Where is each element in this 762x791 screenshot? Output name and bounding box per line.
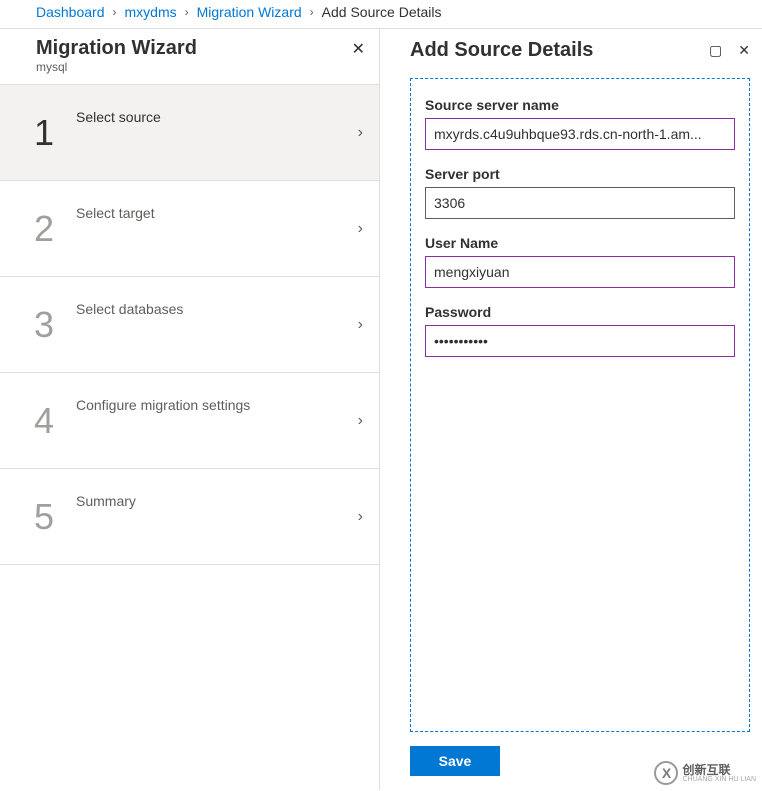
step-label: Select source (76, 109, 161, 125)
details-header: Add Source Details ▢ ✕ (410, 39, 750, 62)
user-name-input[interactable] (425, 256, 735, 288)
step-label: Select databases (76, 301, 183, 317)
close-icon[interactable]: ✕ (352, 39, 365, 59)
breadcrumb-item-dashboard[interactable]: Dashboard (36, 4, 105, 20)
field-label: Source server name (425, 97, 735, 113)
step-number: 2 (34, 208, 76, 250)
step-number: 4 (34, 400, 76, 442)
wizard-header: Migration Wizard mysql ✕ (0, 29, 379, 84)
field-label: Server port (425, 166, 735, 182)
maximize-icon[interactable]: ▢ (709, 42, 722, 59)
breadcrumb-item-mxydms[interactable]: mxydms (125, 4, 177, 20)
wizard-subtitle: mysql (36, 60, 367, 74)
details-footer: Save (410, 732, 750, 790)
server-port-input[interactable] (425, 187, 735, 219)
step-number: 5 (34, 496, 76, 538)
chevron-right-icon: › (185, 5, 189, 19)
chevron-right-icon: › (358, 220, 363, 238)
wizard-steps: 1 Select source › 2 Select target › 3 Se… (0, 84, 379, 565)
form-area: Source server name Server port User Name… (410, 78, 750, 732)
step-label: Summary (76, 493, 136, 509)
main-content: Migration Wizard mysql ✕ 1 Select source… (0, 29, 762, 790)
details-actions: ▢ ✕ (709, 42, 750, 59)
wizard-step-configure-migration[interactable]: 4 Configure migration settings › (0, 373, 379, 469)
breadcrumb: Dashboard › mxydms › Migration Wizard › … (0, 0, 762, 29)
breadcrumb-item-current: Add Source Details (322, 4, 442, 20)
step-number: 1 (34, 112, 76, 154)
wizard-step-select-databases[interactable]: 3 Select databases › (0, 277, 379, 373)
step-label: Select target (76, 205, 155, 221)
details-panel: Add Source Details ▢ ✕ Source server nam… (380, 29, 762, 790)
field-server-port: Server port (425, 166, 735, 219)
details-title: Add Source Details (410, 39, 593, 62)
chevron-right-icon: › (358, 124, 363, 142)
save-button[interactable]: Save (410, 746, 500, 776)
field-label: Password (425, 304, 735, 320)
wizard-step-summary[interactable]: 5 Summary › (0, 469, 379, 565)
chevron-right-icon: › (113, 5, 117, 19)
wizard-panel: Migration Wizard mysql ✕ 1 Select source… (0, 29, 380, 790)
chevron-right-icon: › (358, 412, 363, 430)
wizard-step-select-source[interactable]: 1 Select source › (0, 85, 379, 181)
step-label: Configure migration settings (76, 397, 250, 413)
chevron-right-icon: › (310, 5, 314, 19)
wizard-step-select-target[interactable]: 2 Select target › (0, 181, 379, 277)
step-number: 3 (34, 304, 76, 346)
chevron-right-icon: › (358, 316, 363, 334)
close-icon[interactable]: ✕ (738, 42, 750, 59)
field-label: User Name (425, 235, 735, 251)
field-source-server-name: Source server name (425, 97, 735, 150)
password-input[interactable] (425, 325, 735, 357)
chevron-right-icon: › (358, 508, 363, 526)
source-server-name-input[interactable] (425, 118, 735, 150)
field-password: Password (425, 304, 735, 357)
wizard-title: Migration Wizard (36, 37, 367, 60)
breadcrumb-item-migration-wizard[interactable]: Migration Wizard (197, 4, 302, 20)
field-user-name: User Name (425, 235, 735, 288)
